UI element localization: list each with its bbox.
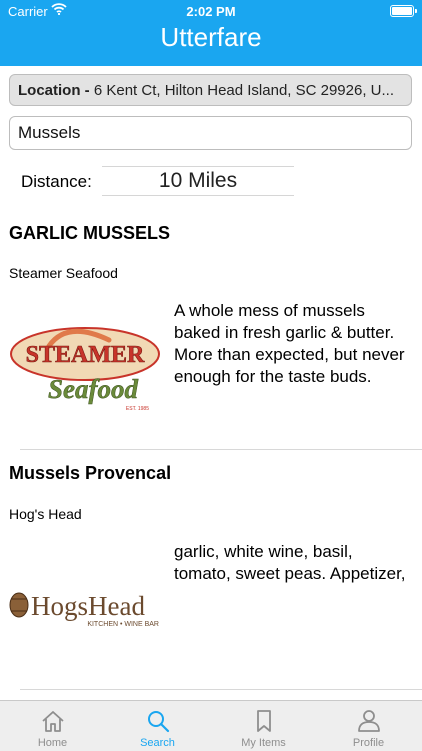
result-description: A whole mess of mussels baked in fresh g… (174, 301, 405, 386)
tab-profile-label: Profile (352, 737, 385, 749)
tab-profile[interactable]: Profile (316, 701, 421, 751)
nav-header: Carrier 2:02 PM Utterfare (0, 0, 422, 66)
distance-picker[interactable]: 10 Miles (102, 166, 294, 196)
person-icon (358, 710, 380, 732)
result-description: garlic, white wine, basil, tomato, sweet… (174, 542, 406, 583)
location-label: Location - (18, 82, 90, 99)
status-bar: Carrier 2:02 PM (0, 0, 422, 22)
tab-my-items[interactable]: My Items (211, 701, 316, 751)
steamer-seafood-logo: STEAMER Seafood EST. 1985 (9, 316, 161, 414)
tab-home-label: Home (37, 737, 68, 749)
result-restaurant: Steamer Seafood (9, 265, 118, 281)
logo-seafood-text: Seafood (48, 374, 138, 404)
search-icon (148, 711, 170, 733)
hogshead-logo: HogsHead KITCHEN • WINE BAR (9, 585, 161, 629)
tab-search-label: Search (140, 737, 175, 749)
logo-steamer-text: STEAMER (26, 342, 145, 368)
clock-label: 2:02 PM (186, 4, 236, 19)
distance-label: Distance: (21, 172, 92, 191)
divider (20, 689, 422, 690)
search-input[interactable] (9, 116, 412, 150)
tab-home[interactable]: Home (0, 701, 105, 751)
bookmark-icon (257, 710, 271, 732)
logo-hogshead-text: HogsHead (31, 591, 145, 621)
result-title[interactable]: GARLIC MUSSELS (9, 223, 170, 244)
result-restaurant: Hog's Head (9, 506, 82, 522)
tab-search[interactable]: Search (105, 701, 210, 751)
home-icon (42, 711, 64, 732)
tab-bar: Home Search My Items Profile (0, 700, 422, 751)
location-button[interactable]: Location - 6 Kent Ct, Hilton Head Island… (9, 74, 412, 106)
logo-est-text: EST. 1985 (126, 406, 149, 412)
divider (20, 449, 422, 450)
result-title[interactable]: Mussels Provencal (9, 463, 171, 484)
battery-icon (390, 5, 417, 17)
tab-my-items-label: My Items (241, 737, 286, 749)
barrel-icon (9, 592, 29, 618)
page-title: Utterfare (160, 22, 262, 52)
location-value: 6 Kent Ct, Hilton Head Island, SC 29926,… (93, 82, 395, 99)
logo-tagline-text: KITCHEN • WINE BAR (87, 621, 159, 628)
